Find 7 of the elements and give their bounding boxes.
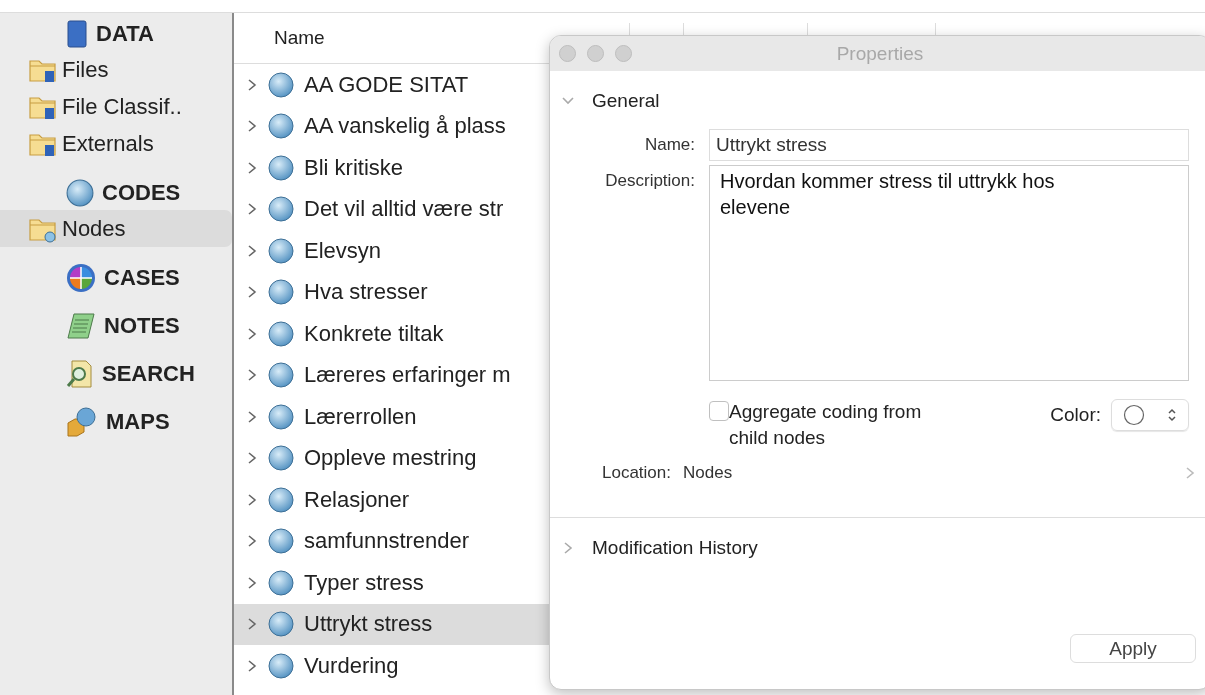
- field-label: Color:: [1050, 404, 1101, 426]
- window-title: Properties: [835, 42, 925, 65]
- checkbox-label: Aggregate coding from child nodes: [729, 400, 923, 450]
- field-label: Location:: [602, 463, 671, 483]
- field-label: Name:: [643, 134, 695, 156]
- location-value: Nodes: [683, 463, 734, 483]
- field-label: Description:: [604, 170, 695, 192]
